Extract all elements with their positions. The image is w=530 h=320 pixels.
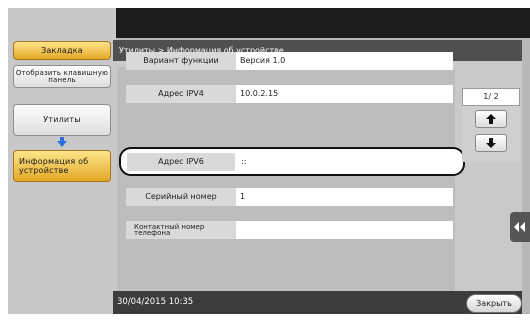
row-label: Контактный номер телефона: [126, 221, 236, 239]
datetime-display: 30/04/2015 10:35: [117, 297, 194, 307]
row-label: Вариант функции: [126, 52, 236, 70]
info-row-ipv6-highlighted: Адрес IPV6 ::: [119, 147, 465, 176]
row-value: Версия 1.0: [236, 52, 453, 70]
sidebar: Закладка Отобразить клавишную панель Ути…: [8, 8, 116, 314]
collapse-panel-tab[interactable]: [510, 212, 530, 242]
row-value: 10.0.2.15: [236, 85, 453, 103]
show-keypad-button[interactable]: Отобразить клавишную панель: [13, 65, 111, 88]
utilities-button[interactable]: Утилиты: [13, 104, 111, 136]
copier-screen: Закладка Отобразить клавишную панель Ути…: [0, 0, 530, 320]
pager: 1/ 2: [462, 88, 520, 162]
info-row-serial-number: Серийный номер 1: [126, 188, 453, 206]
row-label: Адрес IPV4: [126, 85, 236, 103]
row-value: [236, 221, 453, 239]
double-chevron-left-icon: [514, 222, 525, 232]
flow-arrow-down-icon: [57, 137, 67, 147]
page-indicator: 1/ 2: [462, 88, 520, 106]
row-value: 1: [236, 188, 453, 206]
bookmark-button[interactable]: Закладка: [13, 41, 111, 60]
page-down-button[interactable]: [475, 134, 507, 152]
row-label: Серийный номер: [126, 188, 236, 206]
row-value: ::: [241, 157, 247, 166]
page-up-button[interactable]: [475, 110, 507, 128]
close-button[interactable]: Закрыть: [466, 294, 522, 313]
info-row-function-version: Вариант функции Версия 1.0: [126, 52, 453, 70]
info-row-contact-phone: Контактный номер телефона: [126, 221, 453, 239]
top-bar: [116, 8, 530, 38]
info-row-ipv4: Адрес IPV4 10.0.2.15: [126, 85, 453, 103]
arrow-up-icon: [486, 114, 496, 124]
arrow-down-icon: [486, 138, 496, 148]
device-info-button[interactable]: Информация об устройстве: [13, 150, 111, 182]
row-label: Адрес IPV6: [127, 152, 235, 171]
